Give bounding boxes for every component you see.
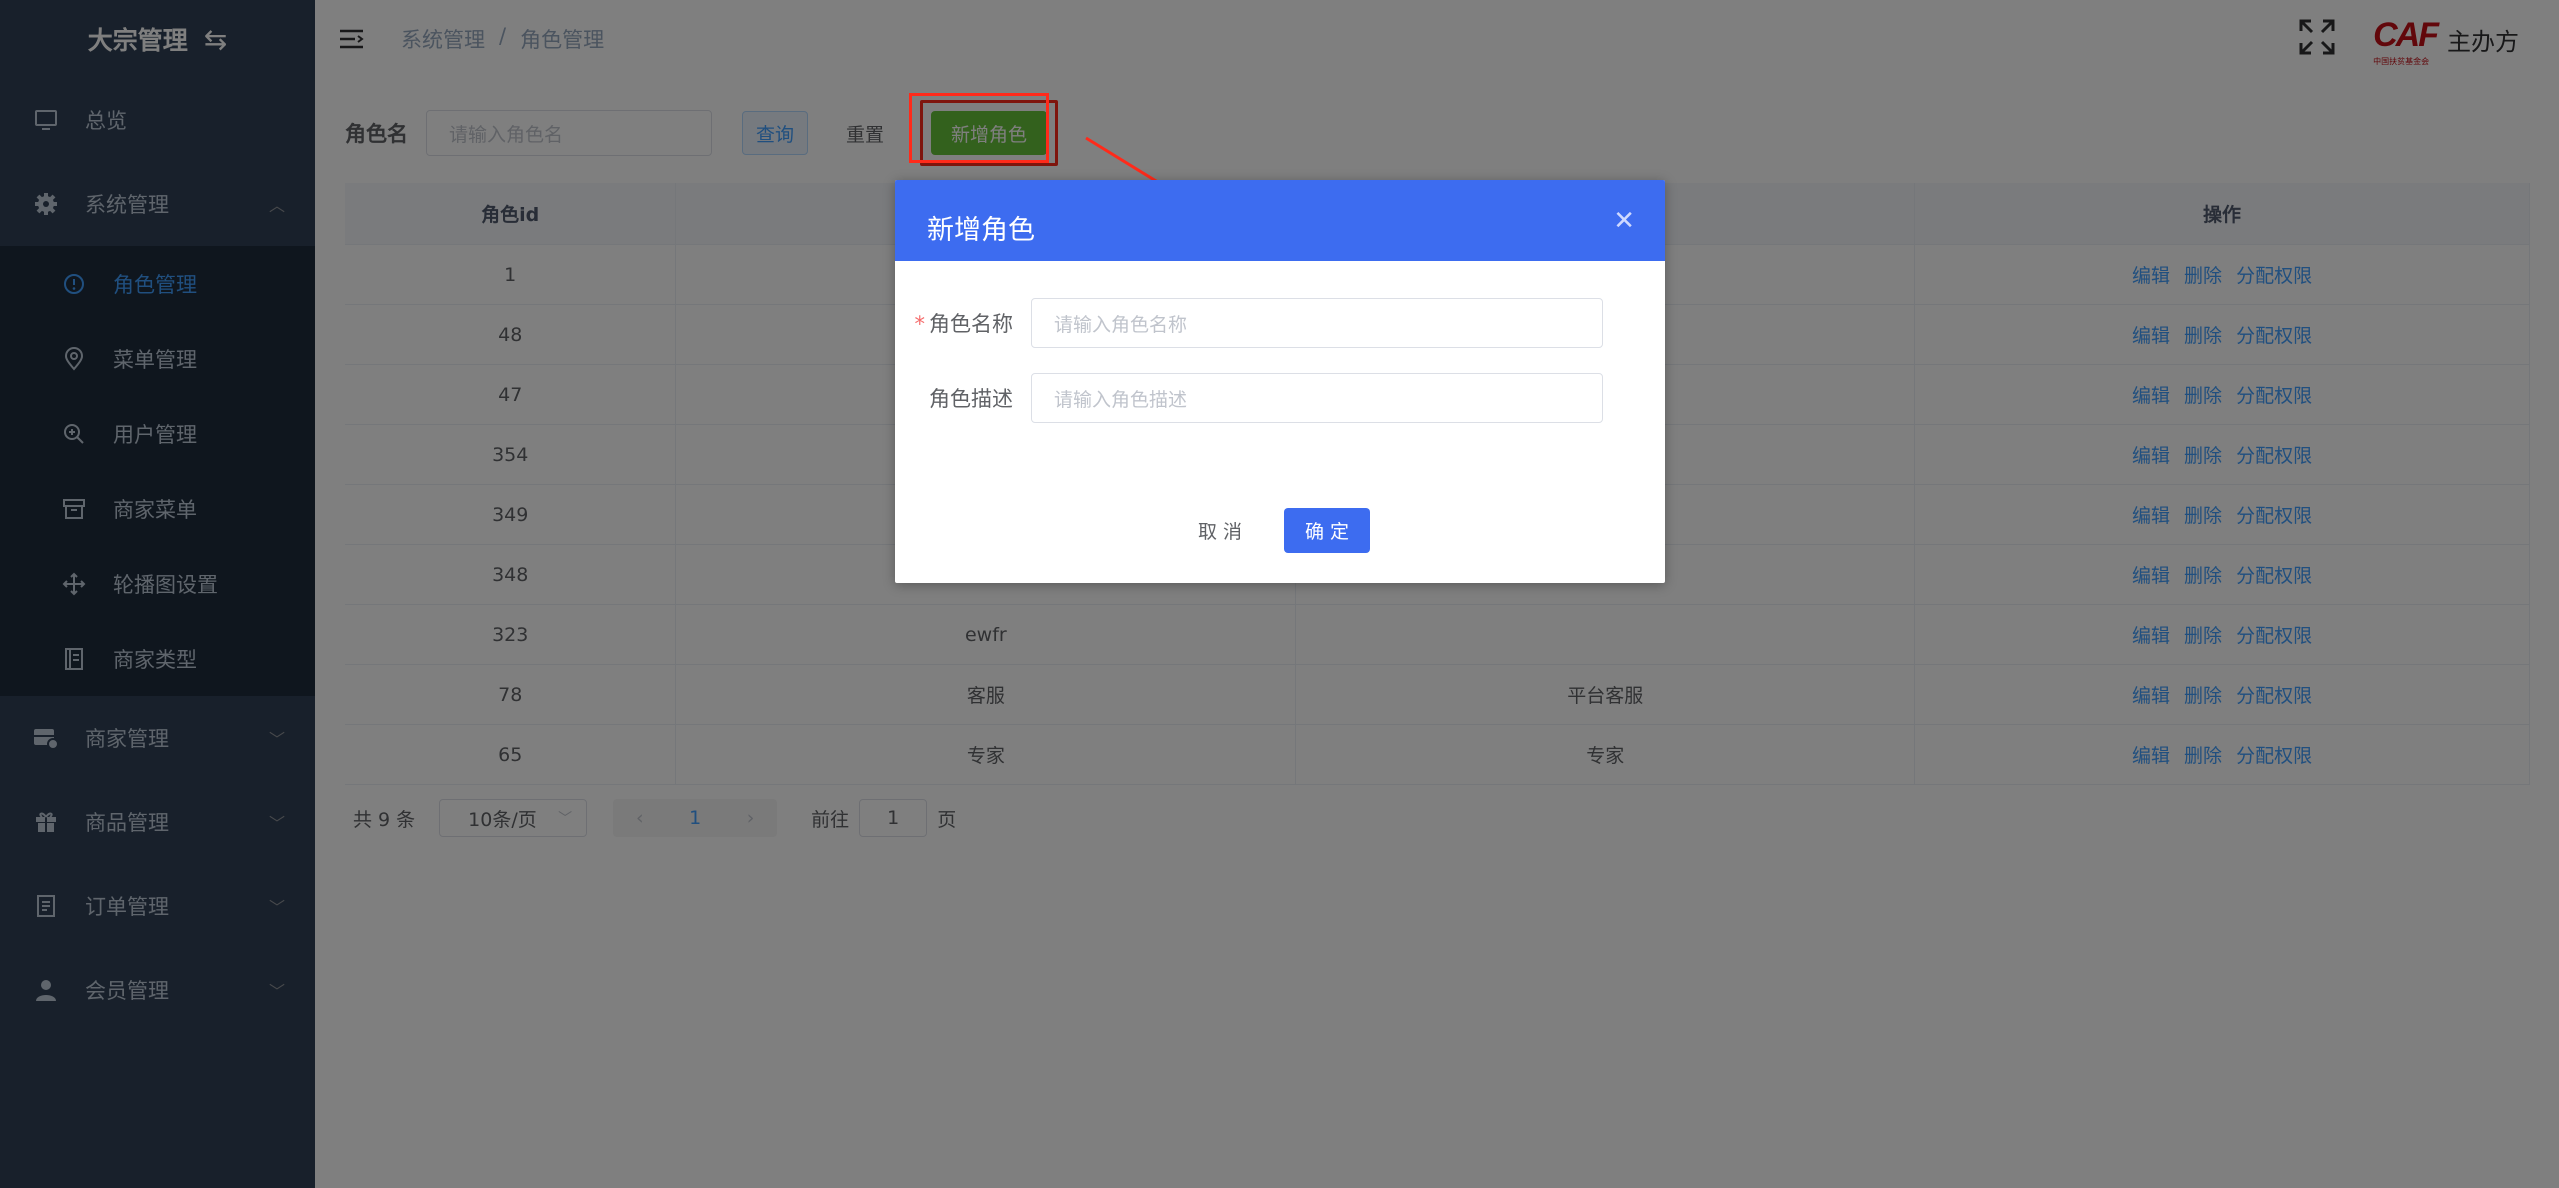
confirm-button[interactable]: 确 定 bbox=[1284, 508, 1370, 553]
role-desc-field-label: 角色描述 bbox=[929, 387, 1013, 411]
cancel-button[interactable]: 取 消 bbox=[1190, 509, 1250, 553]
add-role-dialog: 新增角色 ✕ * 角色名称 请输入角色名称 角色描述 请输入角色描述 取 消 确 … bbox=[895, 180, 1665, 583]
role-desc-field[interactable]: 请输入角色描述 bbox=[1031, 373, 1603, 423]
role-desc-form-item: 角色描述 请输入角色描述 bbox=[895, 373, 1665, 423]
dialog-title: 新增角色 bbox=[927, 215, 1035, 246]
role-name-field[interactable]: 请输入角色名称 bbox=[1031, 298, 1603, 348]
dialog-header: 新增角色 ✕ bbox=[895, 180, 1665, 261]
close-icon[interactable]: ✕ bbox=[1613, 206, 1635, 236]
role-name-form-item: * 角色名称 请输入角色名称 bbox=[895, 298, 1665, 348]
dialog-footer: 取 消 确 定 bbox=[895, 508, 1665, 553]
modal-overlay[interactable] bbox=[0, 0, 2559, 1188]
role-name-field-label: * 角色名称 bbox=[914, 312, 1014, 336]
annotation-highlight-box bbox=[909, 93, 1049, 163]
